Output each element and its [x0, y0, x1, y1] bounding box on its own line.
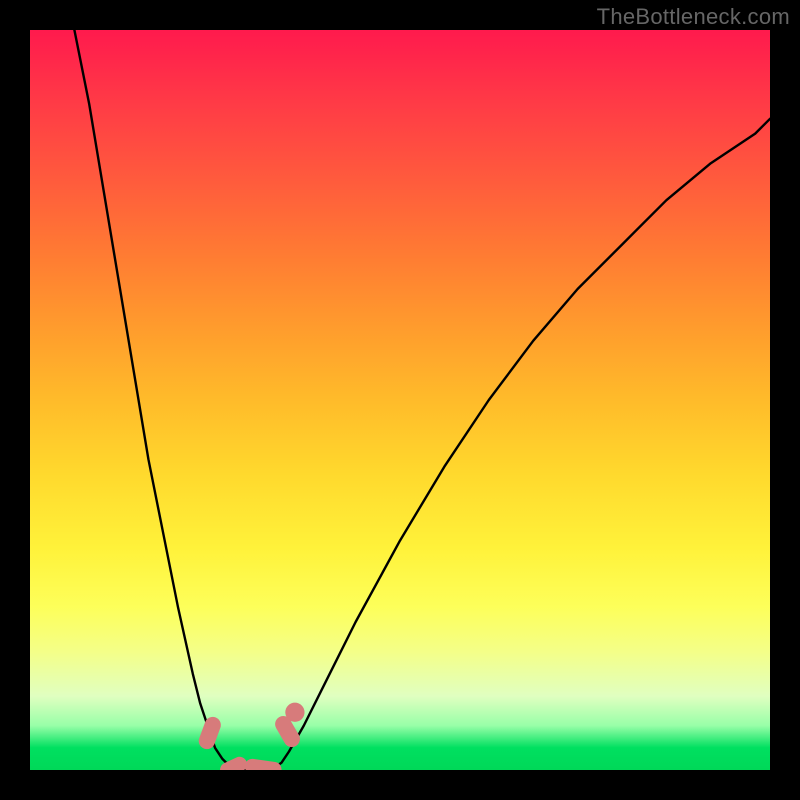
- plot-area: [30, 30, 770, 770]
- curve-group: [74, 30, 770, 770]
- marker-group: [196, 703, 304, 770]
- curve-right-branch: [274, 119, 770, 768]
- data-marker-0: [196, 715, 223, 752]
- watermark-text: TheBottleneck.com: [597, 4, 790, 30]
- curve-left-branch: [74, 30, 237, 770]
- data-marker-2: [285, 703, 304, 722]
- outer-frame: TheBottleneck.com: [0, 0, 800, 800]
- curve-svg: [30, 30, 770, 770]
- data-marker-4: [244, 758, 283, 770]
